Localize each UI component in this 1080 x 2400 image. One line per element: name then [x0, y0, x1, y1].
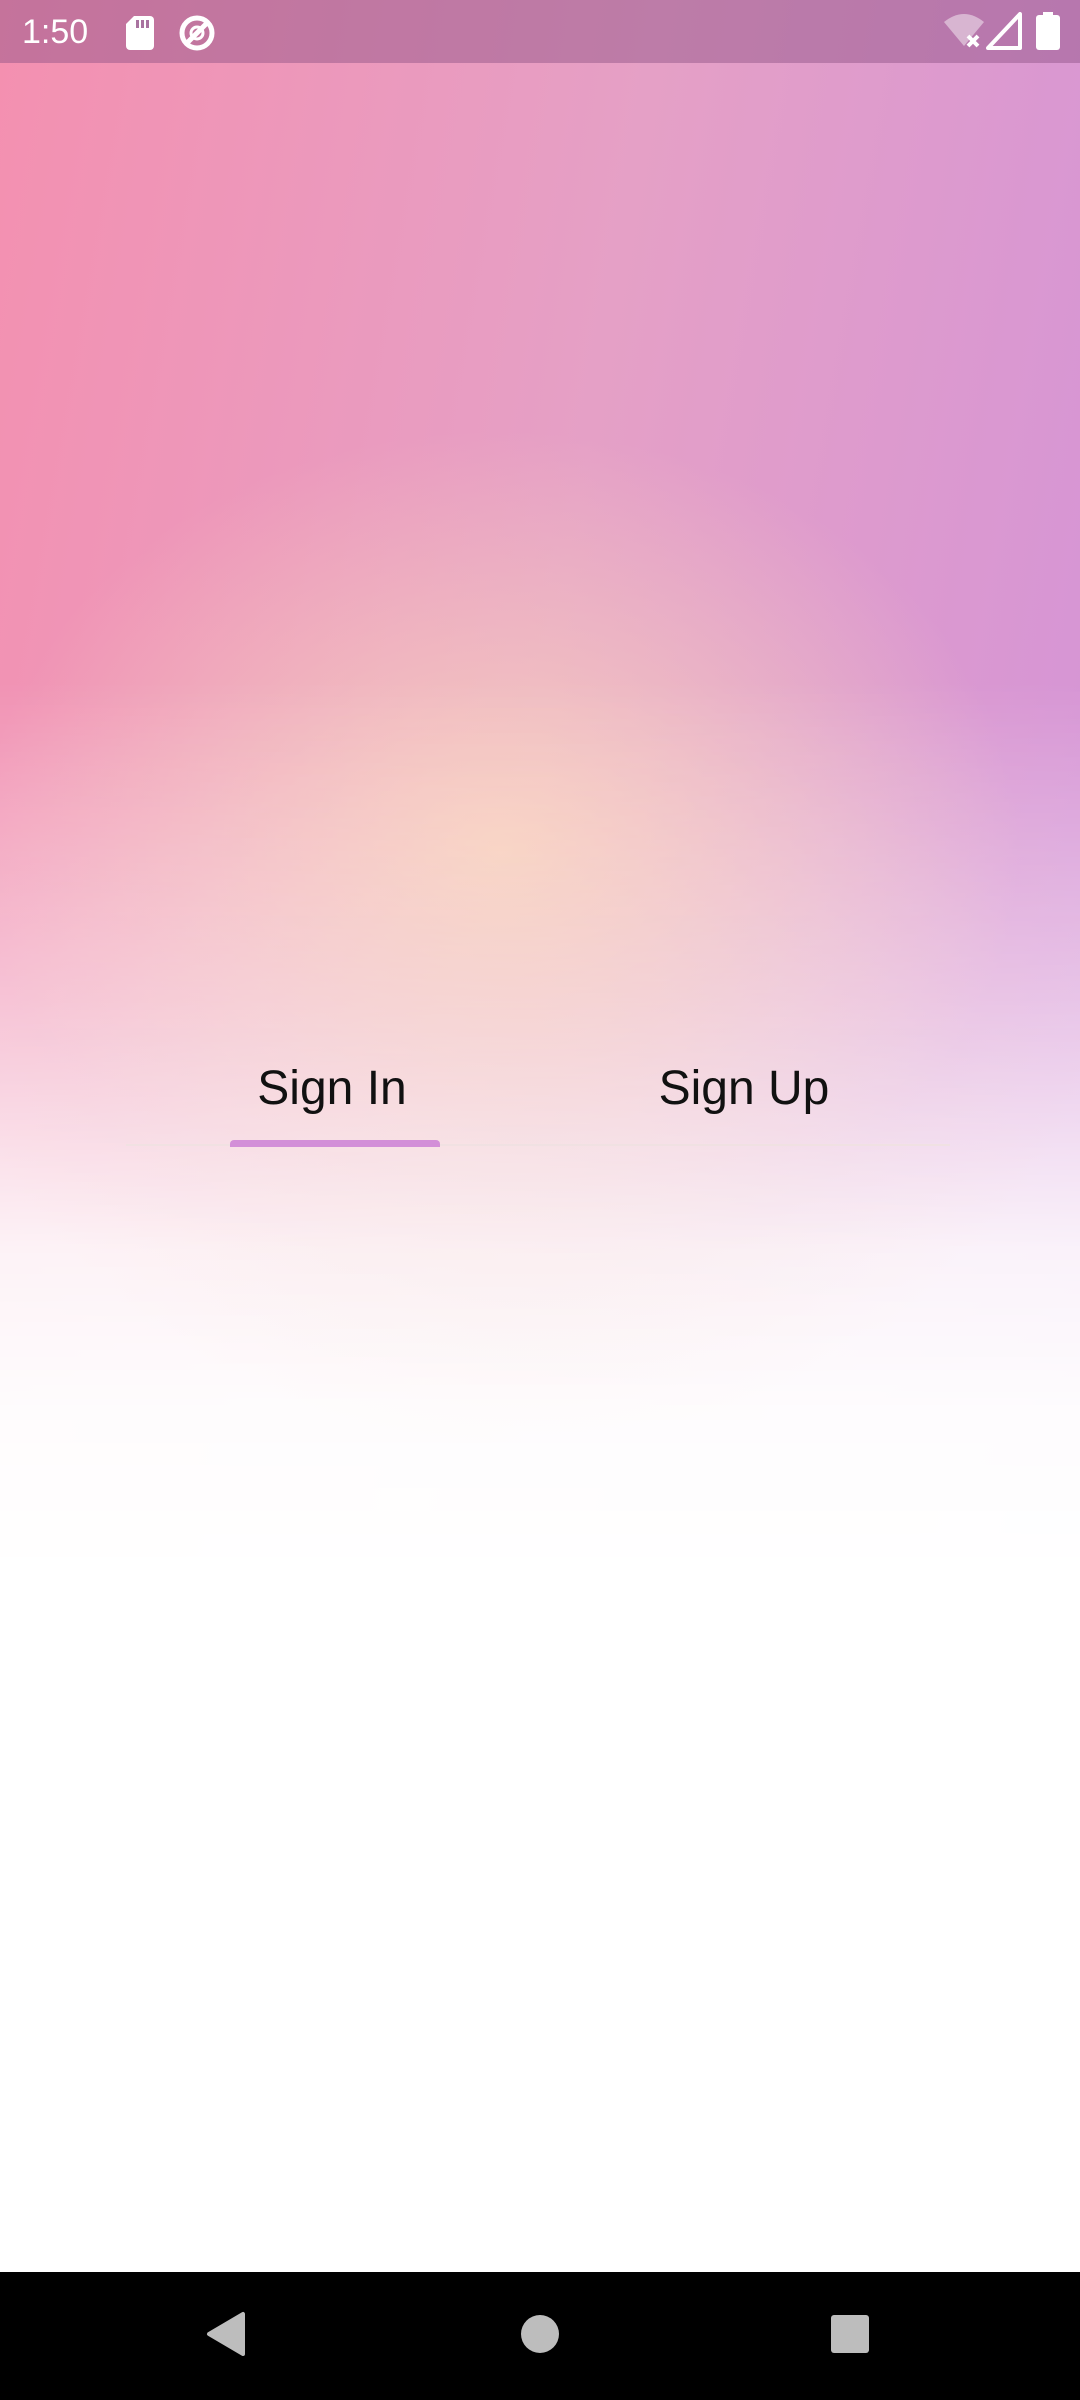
battery-icon	[1036, 12, 1060, 54]
recents-button[interactable]	[770, 2272, 930, 2400]
tab-sign-up[interactable]: Sign Up	[538, 1030, 950, 1146]
navigation-bar	[0, 2272, 1080, 2400]
home-icon	[520, 2314, 560, 2358]
status-time: 1:50	[22, 13, 89, 51]
sd-card-icon	[124, 14, 160, 50]
back-button[interactable]	[146, 2272, 306, 2400]
recents-icon	[830, 2314, 870, 2358]
data-saver-icon	[178, 14, 215, 51]
back-icon	[205, 2311, 247, 2361]
status-bar: 1:50	[0, 0, 1080, 63]
wifi-off-icon	[942, 12, 986, 54]
tab-indicator	[230, 1140, 440, 1147]
sign-in-screen: 1:50 Sign In Sign Up	[0, 0, 1080, 2400]
cellular-signal-icon	[986, 12, 1022, 54]
tab-sign-in[interactable]: Sign In	[126, 1030, 538, 1146]
auth-tabs: Sign In Sign Up	[126, 1030, 950, 1148]
home-button[interactable]	[460, 2272, 620, 2400]
